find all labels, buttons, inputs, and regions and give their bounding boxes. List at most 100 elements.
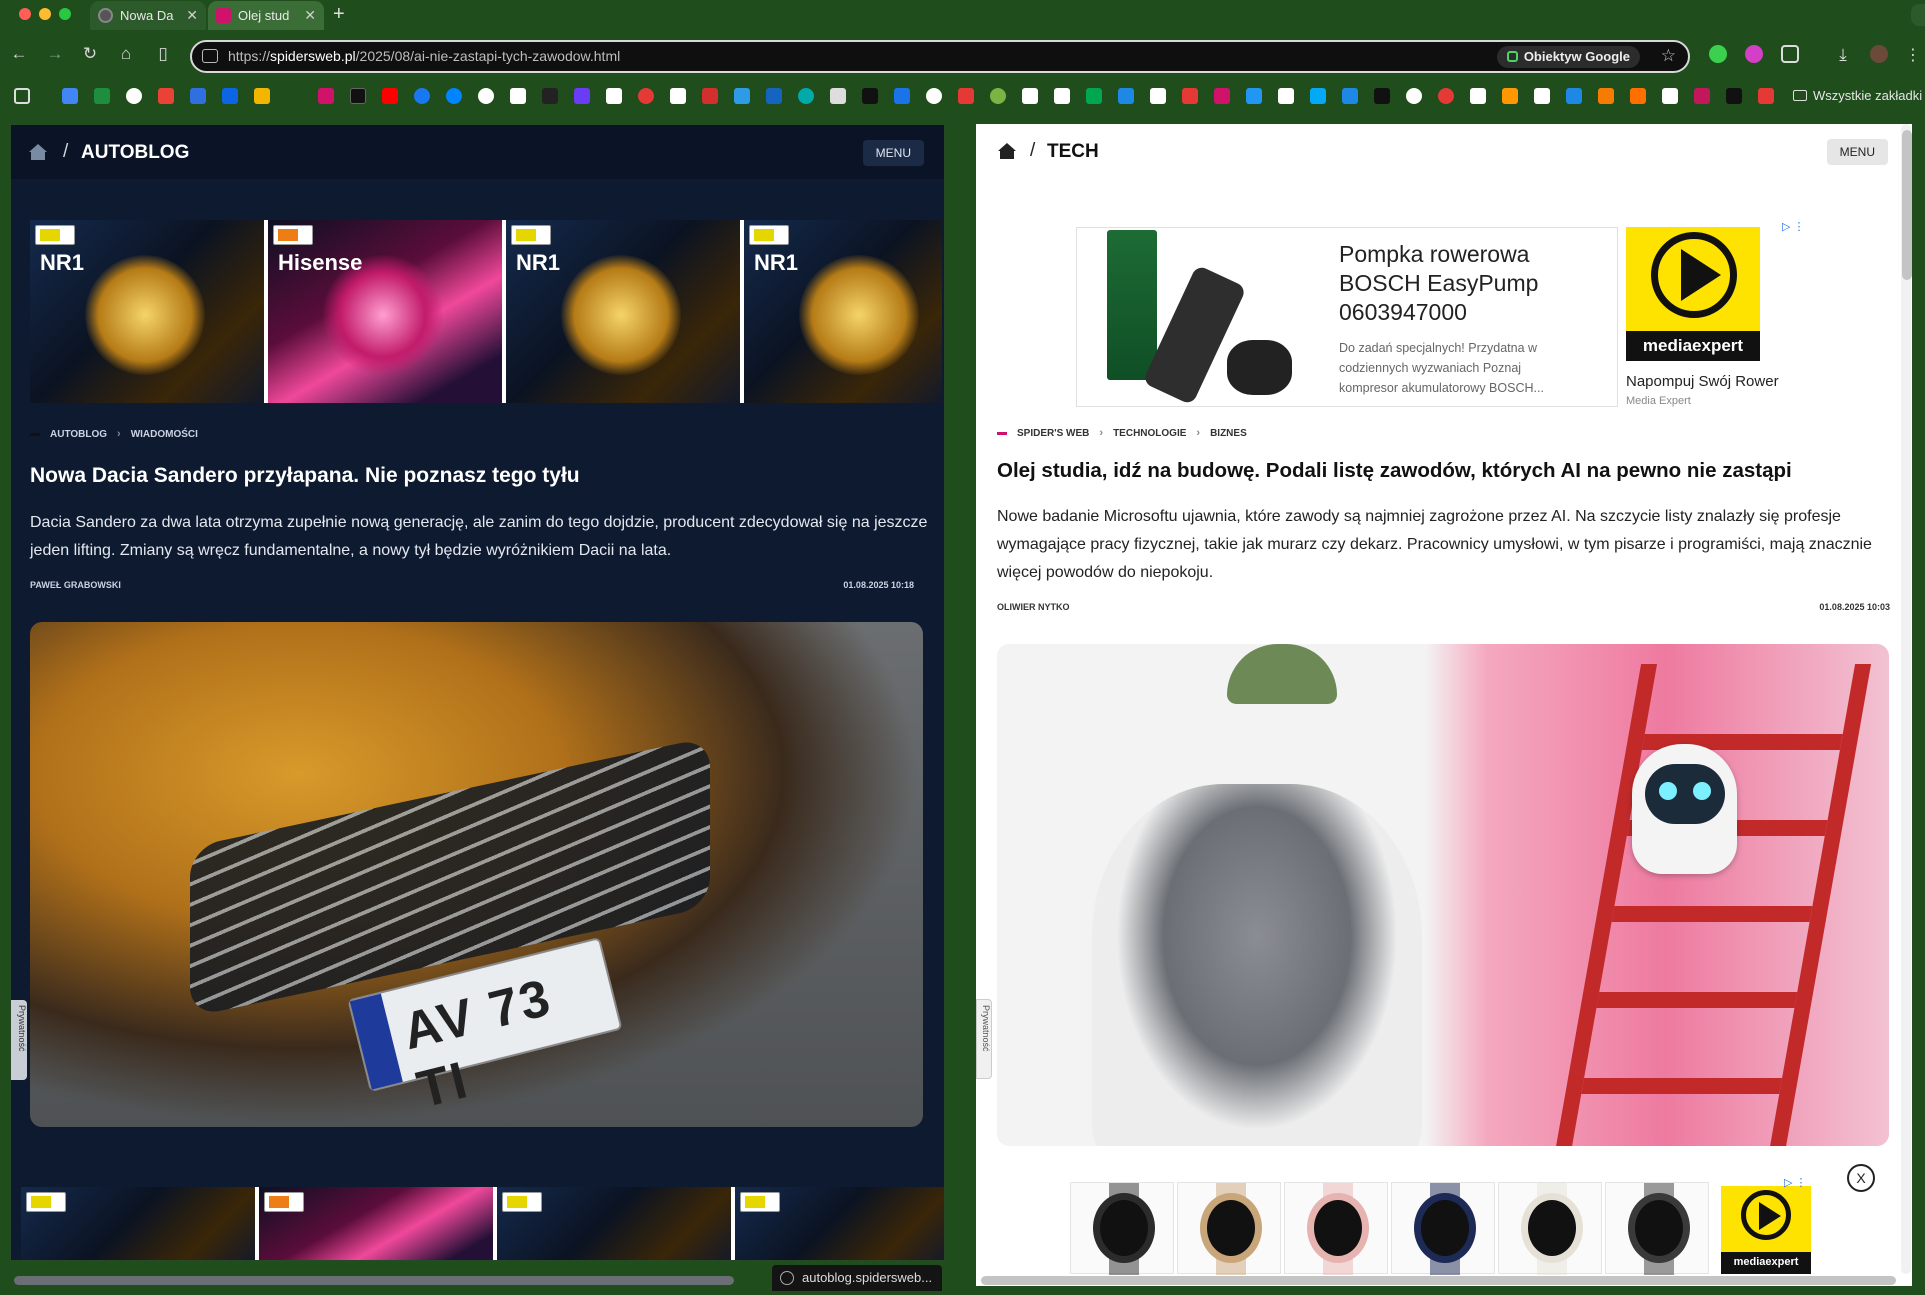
bookmark-blue-icon[interactable] <box>734 88 750 104</box>
close-tab-icon[interactable]: ✕ <box>180 7 198 24</box>
ad-tv-card[interactable]: NR1 <box>744 220 942 403</box>
close-tab-icon[interactable]: ✕ <box>298 7 316 24</box>
bookmark-ai-icon[interactable] <box>1374 88 1390 104</box>
bookmark-bi-icon[interactable] <box>1662 88 1678 104</box>
scrollbar-thumb[interactable] <box>1902 130 1912 280</box>
side-ad-title[interactable]: Napompuj Swój Rower <box>1626 373 1779 390</box>
forward-icon[interactable]: → <box>44 44 66 64</box>
downloads-icon[interactable]: ⤓ <box>1834 45 1852 64</box>
tv-ad-banner[interactable]: NR1 Hisense NR1 NR1 <box>30 220 942 403</box>
bookmark-rss-icon[interactable] <box>1182 88 1198 104</box>
bookmark-facebook-icon[interactable] <box>414 88 430 104</box>
ad-watch-card[interactable] <box>1070 1182 1174 1275</box>
bookmark-clock-2-icon[interactable] <box>1406 88 1422 104</box>
side-panel-icon[interactable]: ▯ <box>152 44 174 64</box>
smartwatch-ad-bar[interactable]: mediaexpert ▷ ⋮ <box>976 1170 1912 1286</box>
tab-search-button[interactable] <box>1911 4 1925 26</box>
adchoices-icon[interactable]: ▷ ⋮ <box>1784 1176 1807 1189</box>
mediaexpert-logo[interactable]: mediaexpert <box>1721 1186 1811 1274</box>
site-info-icon[interactable] <box>202 49 218 63</box>
ad-watch-card[interactable] <box>1498 1182 1602 1275</box>
article-title[interactable]: Olej studia, idź na budowę. Podali listę… <box>997 457 1897 485</box>
ad-title[interactable]: Pompka rowerowa BOSCH EasyPump 060394700… <box>1339 240 1599 327</box>
url-text[interactable]: https://spidersweb.pl/2025/08/ai-nie-zas… <box>228 48 620 64</box>
bookmark-dark-icon[interactable] <box>542 88 558 104</box>
bookmark-d-icon[interactable] <box>1566 88 1582 104</box>
breadcrumb-link[interactable]: BIZNES <box>1210 428 1247 439</box>
bookmark-orange-icon[interactable] <box>1502 88 1518 104</box>
section-title[interactable]: AUTOBLOG <box>81 142 189 164</box>
bookmark-white-icon[interactable] <box>510 88 526 104</box>
bookmark-star-icon[interactable]: ☆ <box>1661 46 1676 66</box>
tab-spidersweb[interactable]: Olej stud ✕ <box>208 1 324 30</box>
scrollbar-track[interactable] <box>1901 124 1911 1274</box>
bookmark-square-icon[interactable] <box>1246 88 1262 104</box>
breadcrumb-link[interactable]: TECHNOLOGIE <box>1113 428 1186 439</box>
bookmark-trello-icon[interactable] <box>222 88 238 104</box>
ad-tv-card[interactable] <box>259 1187 493 1260</box>
breadcrumb-link[interactable]: WIADOMOŚCI <box>131 429 198 440</box>
mediaexpert-side-ad[interactable]: mediaexpert Napompuj Swój Rower Media Ex… <box>1624 227 1809 417</box>
bookmark-chat-icon[interactable] <box>1310 88 1326 104</box>
bookmark-clock-icon[interactable] <box>926 88 942 104</box>
bookmark-white-2-icon[interactable] <box>670 88 686 104</box>
bookmark-drive-icon[interactable] <box>254 88 270 104</box>
section-title[interactable]: TECH <box>1047 141 1099 163</box>
new-tab-icon[interactable]: + <box>333 3 345 26</box>
all-bookmarks-folder[interactable]: Wszystkie zakładki <box>1793 88 1922 103</box>
bookmark-k-icon[interactable] <box>1694 88 1710 104</box>
google-lens-button[interactable]: Obiektyw Google <box>1496 46 1640 68</box>
bookmark-grey-icon[interactable] <box>830 88 846 104</box>
adchoices-icon[interactable]: ▷ ⋮ <box>1782 220 1805 233</box>
ad-tv-card[interactable]: Hisense <box>268 220 502 403</box>
bookmark-gmail-icon[interactable] <box>158 88 174 104</box>
tv-ad-banner-bottom[interactable] <box>21 1187 944 1260</box>
minimize-window-button[interactable] <box>39 8 51 20</box>
bookmark-circle-icon[interactable] <box>478 88 494 104</box>
address-bar[interactable]: https://spidersweb.pl/2025/08/ai-nie-zas… <box>190 40 1690 73</box>
privacy-tab[interactable]: Prywatność <box>11 1000 27 1080</box>
bookmark-black-icon[interactable] <box>350 88 366 104</box>
bookmark-b-icon[interactable] <box>1534 88 1550 104</box>
home-icon[interactable] <box>998 143 1016 159</box>
article-title[interactable]: Nowa Dacia Sandero przyłapana. Nie pozna… <box>30 462 920 490</box>
extensions-puzzle-icon[interactable] <box>1781 45 1799 63</box>
ad-watch-card[interactable] <box>1284 1182 1388 1275</box>
horizontal-scrollbar[interactable] <box>981 1276 1896 1285</box>
bookmark-ah-icon[interactable] <box>958 88 974 104</box>
bookmark-s-icon[interactable] <box>862 88 878 104</box>
bookmark-plus-icon[interactable] <box>1118 88 1134 104</box>
bookmark-bracket-icon[interactable] <box>1214 88 1230 104</box>
ad-tv-card[interactable] <box>497 1187 731 1260</box>
ad-watch-card[interactable] <box>1391 1182 1495 1275</box>
back-icon[interactable]: ← <box>8 44 30 64</box>
bookmark-pb-icon[interactable] <box>894 88 910 104</box>
left-horizontal-scrollbar[interactable] <box>14 1276 734 1285</box>
bookmark-docs-icon[interactable] <box>62 88 78 104</box>
download-pink-icon[interactable] <box>1745 45 1763 63</box>
bookmark-red-circle-icon[interactable] <box>638 88 654 104</box>
bookmark-spidersweb-icon[interactable] <box>318 88 334 104</box>
maximize-window-button[interactable] <box>59 8 71 20</box>
bookmark-xx-icon[interactable] <box>1598 88 1614 104</box>
bookmark-v-icon[interactable] <box>574 88 590 104</box>
bookmark-cart-icon[interactable] <box>1630 88 1646 104</box>
bookmark-apple-icon[interactable] <box>1438 88 1454 104</box>
reload-icon[interactable]: ↻ <box>79 44 101 64</box>
tab-autoblog[interactable]: Nowa Da ✕ <box>90 1 206 30</box>
ad-tv-card[interactable] <box>21 1187 255 1260</box>
bookmark-w-icon[interactable] <box>1342 88 1358 104</box>
breadcrumb-link[interactable]: AUTOBLOG <box>50 429 107 440</box>
ad-tv-card[interactable]: NR1 <box>506 220 740 403</box>
bookmark-green-icon[interactable] <box>990 88 1006 104</box>
article-hero-image[interactable] <box>997 644 1889 1146</box>
bookmark-red-icon[interactable] <box>702 88 718 104</box>
menu-button[interactable]: MENU <box>1826 139 1888 165</box>
privacy-tab[interactable]: Prywatność <box>976 999 992 1079</box>
bookmark-n-icon[interactable] <box>1278 88 1294 104</box>
bookmark-teal-icon[interactable] <box>798 88 814 104</box>
breadcrumb-link[interactable]: SPIDER'S WEB <box>1017 428 1089 439</box>
bookmark-calendar-icon[interactable] <box>190 88 206 104</box>
ad-tv-card[interactable]: NR1 <box>30 220 264 403</box>
home-icon[interactable] <box>29 144 47 160</box>
